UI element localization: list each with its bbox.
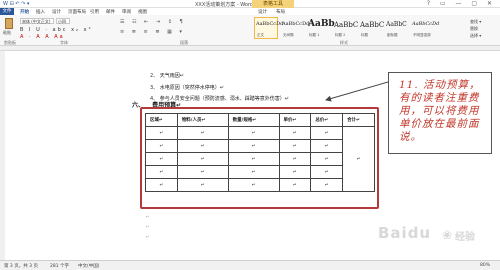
watermark-logo: Baidu [378,224,432,242]
annotation-note: 11. 活动预算，有的读者注重费用，可以将费用单价放在最前面说。 [388,72,492,154]
language-indicator[interactable]: 中文(中国) [78,263,100,269]
zoom-level[interactable]: 80% [480,263,490,268]
annotation-text: 11. 活动预算，有的读者注重费用，可以将费用单价放在最前面说。 [399,79,481,143]
word-count[interactable]: 281 个字 [50,263,69,269]
page-count[interactable]: 第 3 页，共 3 页 [4,263,38,269]
watermark-sub: 经验 [455,232,475,243]
status-bar: 第 3 页，共 3 页 281 个字 中文(中国) 80% [0,260,500,270]
paw-icon: ❀ [442,228,453,242]
